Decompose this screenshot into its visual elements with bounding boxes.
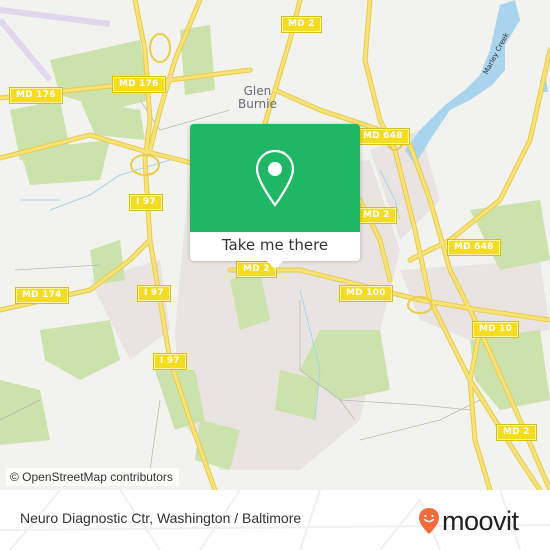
road-shield-md648: MD 648 — [447, 239, 501, 256]
road-shield-md100: MD 100 — [339, 285, 393, 302]
road-shield-md2: MD 2 — [496, 424, 537, 441]
footer-bar: Neuro Diagnostic Ctr, Washington / Balti… — [0, 490, 550, 550]
moovit-logo[interactable]: moovit — [418, 506, 519, 536]
road-shield-md176: MD 176 — [112, 76, 166, 93]
road-shield-md10: MD 10 — [471, 321, 520, 338]
road-shield-i97: I 97 — [153, 353, 187, 370]
road-shield-md2: MD 2 — [281, 16, 322, 33]
destination-popup[interactable]: Take me there — [190, 124, 360, 269]
popup-pointer — [266, 260, 284, 269]
road-shield-md174: MD 174 — [15, 287, 69, 304]
moovit-wordmark: moovit — [442, 506, 519, 536]
road-shield-md648: MD 648 — [356, 128, 410, 145]
take-me-there-button[interactable]: Take me there — [190, 232, 360, 261]
location-title: Neuro Diagnostic Ctr, Washington / Balti… — [20, 510, 302, 526]
place-label-line2: Burnie — [238, 97, 277, 111]
road-shield-md2: MD 2 — [356, 207, 397, 224]
road-shield-i97: I 97 — [137, 285, 171, 302]
location-pin-icon — [255, 149, 295, 207]
map-view[interactable]: Glen Burnie Marley Creek MD 176 MD 176 M… — [0, 0, 550, 490]
map-attribution[interactable]: © OpenStreetMap contributors — [6, 468, 179, 486]
moovit-pin-icon — [419, 508, 439, 534]
popup-header[interactable] — [190, 124, 360, 232]
road-shield-md176: MD 176 — [9, 87, 63, 104]
glen-burnie-label: Glen Burnie — [238, 85, 277, 111]
water-bodies — [405, 0, 548, 165]
road-shield-i97: I 97 — [129, 194, 163, 211]
